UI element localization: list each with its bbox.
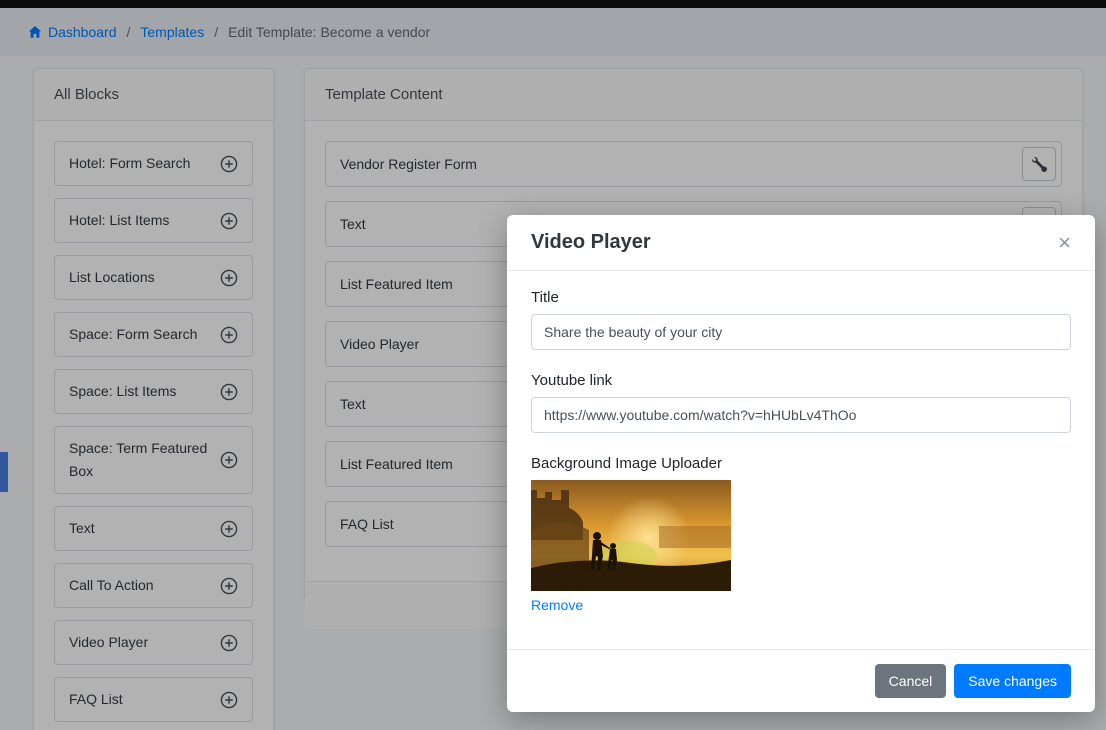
modal-title: Video Player xyxy=(531,231,651,254)
background-image-thumbnail[interactable] xyxy=(531,480,731,591)
save-changes-button[interactable]: Save changes xyxy=(954,664,1071,698)
modal-body: Title Youtube link Background Image Uplo… xyxy=(507,271,1095,649)
video-player-modal: Video Player × Title Youtube link Backgr… xyxy=(507,215,1095,712)
close-icon[interactable]: × xyxy=(1058,232,1071,254)
remove-image-link[interactable]: Remove xyxy=(531,597,583,613)
youtube-link-input[interactable] xyxy=(531,397,1071,433)
title-field-label: Title xyxy=(531,289,1071,306)
modal-header: Video Player × xyxy=(507,215,1095,271)
cancel-button[interactable]: Cancel xyxy=(875,664,947,698)
background-uploader-label: Background Image Uploader xyxy=(531,455,1071,472)
youtube-field-label: Youtube link xyxy=(531,372,1071,389)
modal-footer: Cancel Save changes xyxy=(507,649,1095,712)
title-input[interactable] xyxy=(531,314,1071,350)
